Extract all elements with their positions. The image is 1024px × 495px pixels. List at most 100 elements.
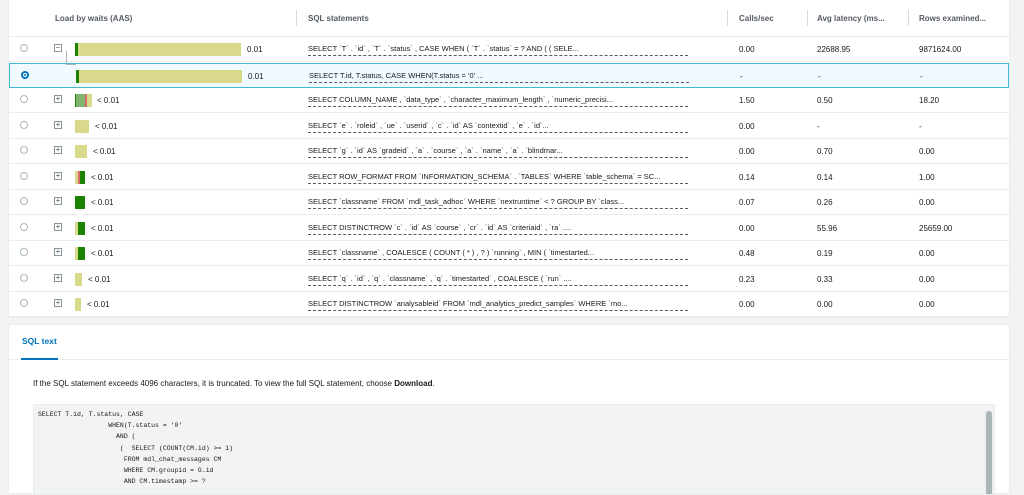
avg-latency-value: 55.96: [817, 223, 838, 233]
avg-latency-value: -: [817, 121, 820, 131]
row-radio-button[interactable]: [20, 171, 28, 180]
column-divider[interactable]: [727, 10, 728, 26]
page-scrollbar[interactable]: [1014, 0, 1024, 494]
code-scrollbar-thumb[interactable]: [986, 411, 992, 494]
expand-icon[interactable]: +: [54, 171, 62, 180]
sql-statement-link[interactable]: SELECT DISTINCTROW `c` . `id` AS `course…: [308, 222, 688, 235]
expand-icon[interactable]: +: [54, 120, 62, 129]
expand-icon[interactable]: +: [54, 222, 62, 231]
sql-statement-link[interactable]: SELECT `g` . `id` AS `gradeid` , `a` . `…: [308, 145, 688, 158]
row-radio-button[interactable]: [21, 70, 29, 79]
column-header-load[interactable]: Load by waits (AAS): [55, 0, 255, 37]
column-header-latency[interactable]: Avg latency (ms...: [817, 0, 903, 37]
calls-per-sec-value: 0.00: [739, 300, 755, 309]
code-scrollbar[interactable]: [985, 411, 993, 494]
row-radio-button[interactable]: [20, 299, 28, 307]
calls-per-sec-value: 0.07: [739, 198, 755, 207]
calls-per-sec-value: 0.23: [739, 274, 755, 284]
rows-examined-value: 0.00: [919, 147, 935, 156]
download-keyword: Download: [394, 379, 433, 388]
tab-sql-text[interactable]: SQL text: [21, 325, 58, 360]
column-divider[interactable]: [807, 10, 808, 26]
table-row[interactable]: − 0.01 SELECT `T` . `id` , `T` . `status` …: [9, 37, 1009, 62]
load-bar: [75, 247, 85, 260]
expand-icon[interactable]: +: [54, 146, 62, 154]
load-value: < 0.01: [93, 147, 116, 156]
expand-icon[interactable]: +: [54, 299, 62, 307]
row-radio-button[interactable]: [20, 222, 28, 231]
rows-examined-value: -: [920, 71, 923, 81]
row-radio-button[interactable]: [20, 44, 28, 52]
sql-statement-link[interactable]: SELECT ROW_FORMAT FROM `INFORMATION_SCHE…: [308, 171, 688, 184]
tree-connector: [66, 51, 67, 65]
column-header-sql[interactable]: SQL statements: [308, 0, 508, 37]
sql-statement-link[interactable]: SELECT `q` . `id` , `q` . `classname` , …: [308, 273, 688, 286]
row-radio-button[interactable]: [20, 197, 28, 205]
avg-latency-value: -: [818, 71, 821, 81]
row-radio-button[interactable]: [20, 273, 28, 282]
column-divider[interactable]: [296, 10, 297, 26]
table-row[interactable]: + < 0.01 SELECT `classname` , COALESCE ( C…: [9, 241, 1009, 266]
load-value: < 0.01: [91, 223, 114, 233]
avg-latency-value: 0.00: [817, 300, 833, 309]
load-bar: [75, 221, 85, 235]
table-row[interactable]: + < 0.01 SELECT `q` . `id` , `q` . `classn…: [9, 266, 1009, 292]
calls-per-sec-value: -: [740, 71, 743, 81]
row-radio-button[interactable]: [20, 146, 28, 154]
load-bar: [75, 298, 81, 311]
avg-latency-value: 22688.95: [817, 45, 851, 54]
load-bar: [75, 119, 89, 133]
table-row[interactable]: + < 0.01 SELECT ROW_FORMAT FROM `INFORMATI…: [9, 164, 1009, 190]
calls-per-sec-value: 0.14: [739, 172, 755, 182]
expand-icon[interactable]: +: [54, 248, 62, 256]
sql-statement-link[interactable]: SELECT T.id, T.status, CASE WHEN(T.statu…: [309, 70, 689, 83]
sql-statement-link[interactable]: SELECT DISTINCTROW `analysableid` FROM `…: [308, 298, 688, 311]
rows-examined-value: 18.20: [919, 96, 940, 105]
sql-code-text: SELECT T.id, T.status, CASE WHEN(T.statu…: [38, 411, 234, 486]
load-bar: [75, 272, 82, 286]
table-row[interactable]: + < 0.01 SELECT DISTINCTROW `c` . `id` AS …: [9, 215, 1009, 241]
table-row[interactable]: + < 0.01 SELECT `e` . `roleid` , `ue` . `u…: [9, 113, 1009, 139]
collapse-icon[interactable]: −: [54, 44, 62, 52]
expand-icon[interactable]: +: [54, 95, 62, 103]
column-header-calls[interactable]: Calls/sec: [739, 0, 799, 37]
calls-per-sec-value: 0.00: [739, 121, 755, 131]
column-divider[interactable]: [908, 10, 909, 26]
table-row[interactable]: + < 0.01 SELECT COLUMN_NAME , `data_type` …: [9, 88, 1009, 113]
table-row[interactable]: + < 0.01 SELECT `g` . `id` AS `gradeid` , …: [9, 139, 1009, 164]
row-radio-button[interactable]: [20, 120, 28, 129]
sql-statement-link[interactable]: SELECT `e` . `roleid` , `ue` . `userid` …: [308, 120, 688, 133]
panel-tabs: SQL text: [9, 325, 1009, 360]
load-value: 0.01: [247, 45, 263, 54]
sql-code-block[interactable]: SELECT T.id, T.status, CASE WHEN(T.statu…: [33, 404, 995, 495]
load-value: 0.01: [248, 71, 264, 81]
expand-icon[interactable]: +: [54, 197, 62, 205]
avg-latency-value: 0.14: [817, 172, 833, 182]
row-radio-button[interactable]: [20, 95, 28, 103]
load-value: < 0.01: [87, 300, 110, 309]
calls-per-sec-value: 0.00: [739, 45, 755, 54]
load-bar: [75, 43, 241, 56]
sql-statement-link[interactable]: SELECT `classname` , COALESCE ( COUNT ( …: [308, 247, 688, 260]
sql-statement-link[interactable]: SELECT `classname` FROM `mdl_task_adhoc`…: [308, 196, 688, 209]
table-row[interactable]: + < 0.01 SELECT DISTINCTROW `analysableid`…: [9, 292, 1009, 317]
calls-per-sec-value: 0.00: [739, 223, 755, 233]
load-bar: [75, 94, 92, 107]
table-row[interactable]: 0.01 SELECT T.id, T.status, CASE WHEN(T.s…: [9, 62, 1009, 88]
column-header-rows-examined[interactable]: Rows examined...: [919, 0, 1007, 37]
calls-per-sec-value: 0.48: [739, 249, 755, 258]
rows-examined-value: 0.00: [919, 198, 935, 207]
table-row[interactable]: + < 0.01 SELECT `classname` FROM `mdl_task…: [9, 190, 1009, 215]
sql-statement-link[interactable]: SELECT `T` . `id` , `T` . `status` , CAS…: [308, 43, 688, 56]
load-value: < 0.01: [88, 274, 111, 284]
expand-icon[interactable]: +: [54, 273, 62, 282]
load-bar-segment: [78, 221, 85, 235]
rows-examined-value: 25659.00: [919, 223, 953, 233]
row-radio-button[interactable]: [20, 248, 28, 256]
load-bar-segment: [76, 94, 85, 107]
sql-statement-link[interactable]: SELECT COLUMN_NAME , `data_type` , `char…: [308, 94, 688, 107]
load-value: < 0.01: [91, 198, 114, 207]
load-bar-segment: [75, 145, 87, 158]
load-value: < 0.01: [91, 172, 114, 182]
truncation-note: If the SQL statement exceeds 4096 charac…: [33, 379, 435, 388]
